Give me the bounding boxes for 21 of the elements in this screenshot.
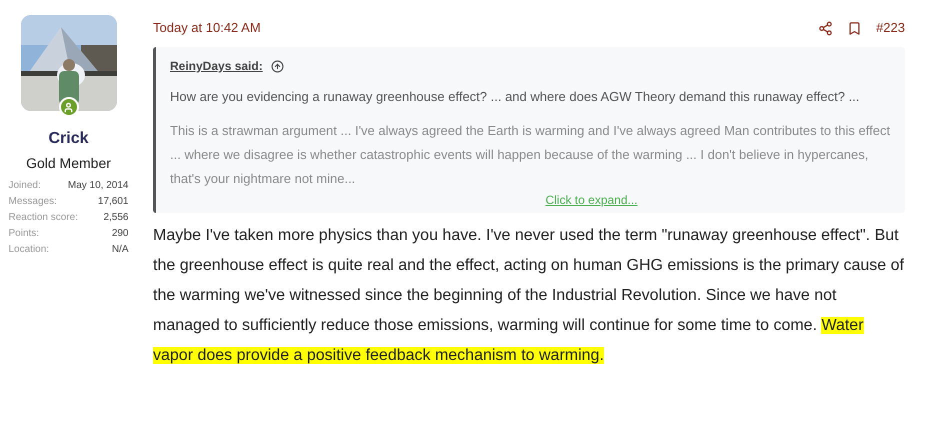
stat-label: Location: — [8, 243, 50, 257]
stat-label: Joined: — [8, 179, 41, 193]
username[interactable]: Crick — [48, 127, 89, 151]
quote-author-link[interactable]: ReinyDays said: — [170, 57, 263, 75]
share-icon[interactable] — [818, 20, 834, 36]
user-title: Gold Member — [26, 154, 111, 173]
post-text: Maybe I've taken more physics than you have. I've never used the term "runaway greenhouse effect". But the greenhouse effect is quite real and the effect, acting on human GHG emissions is the primary cause of the warming we've witnessed since the beginning of the Industrial Revolution. Since we have not managed to sufficiently reduce those emissions, warming will continue for some time to come. Water vapor does provide a positive feedback mechanism to warming. — [153, 226, 905, 366]
post-number[interactable]: #223 — [876, 18, 905, 38]
stat-value: 17,601 — [98, 195, 128, 209]
jump-to-quote-icon[interactable] — [270, 60, 284, 72]
stat-value: May 10, 2014 — [68, 179, 128, 193]
post-timestamp[interactable]: Today at 10:42 AM — [153, 18, 261, 38]
quote-paragraph: How are you evidencing a runaway greenhouse effect? ... and where does AGW Theory demand this runaway effect? ... — [170, 88, 860, 106]
stat-value: 2,556 — [103, 211, 128, 225]
stat-label: Messages: — [8, 195, 57, 209]
quote-paragraph: This is a strawman argument ... I've always agreed the Earth is warming and I've always agreed Man contributes to this effect ... where we disagree is whether catastrophic events will happen because of the warming ... I don't believe in hypercanes, that's your nightmare not mine... — [170, 122, 892, 188]
bookmark-icon[interactable] — [847, 20, 862, 36]
stat-value: N/A — [112, 243, 128, 257]
stat-label: Reaction score: — [8, 211, 78, 225]
stat-value: 290 — [112, 227, 128, 241]
stat-label: Points: — [8, 227, 40, 241]
